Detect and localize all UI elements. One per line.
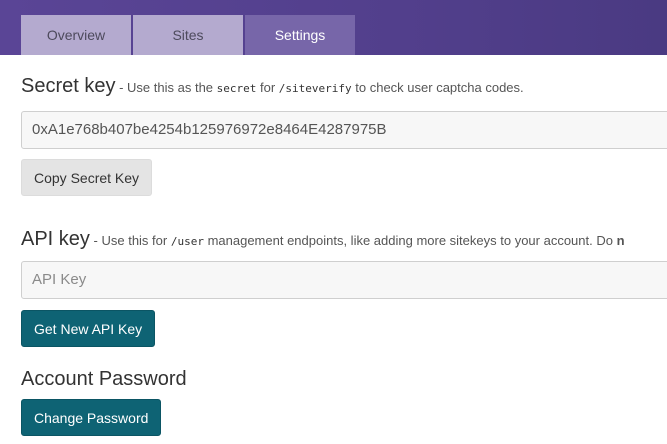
tab-overview[interactable]: Overview bbox=[21, 15, 131, 55]
tab-sites[interactable]: Sites bbox=[133, 15, 243, 55]
api-key-heading: API key - Use this for /user management … bbox=[21, 228, 625, 251]
tab-settings[interactable]: Settings bbox=[245, 15, 355, 55]
change-password-button[interactable]: Change Password bbox=[21, 399, 162, 436]
secret-key-description: - Use this as the secret for /siteverify… bbox=[115, 80, 524, 95]
account-password-heading: Account Password bbox=[21, 368, 187, 390]
api-key-desc-cut: n bbox=[616, 233, 625, 248]
secret-key-desc-prefix: - Use this as the bbox=[115, 80, 217, 95]
copy-secret-key-button[interactable]: Copy Secret Key bbox=[21, 159, 153, 196]
api-key-description: - Use this for /user management endpoint… bbox=[90, 233, 625, 248]
secret-code: secret bbox=[216, 82, 257, 95]
api-key-title: API key bbox=[21, 228, 90, 250]
api-key-desc-suffix: management endpoints, like adding more s… bbox=[203, 233, 617, 248]
get-new-api-key-button[interactable]: Get New API Key bbox=[21, 310, 156, 347]
tab-bar: Overview Sites Settings bbox=[21, 15, 357, 55]
secret-key-desc-mid: for bbox=[256, 80, 279, 95]
api-key-desc-prefix: - Use this for bbox=[89, 233, 171, 248]
siteverify-code: /siteverify bbox=[278, 82, 352, 95]
user-endpoint-code: /user bbox=[170, 235, 204, 248]
secret-key-desc-suffix: to check user captcha codes. bbox=[351, 80, 524, 95]
api-key-input[interactable]: API Key bbox=[21, 261, 667, 299]
secret-key-field[interactable]: 0xA1e768b407be4254b125976972e8464E428797… bbox=[21, 111, 667, 149]
secret-key-heading: Secret key - Use this as the secret for … bbox=[21, 75, 524, 98]
secret-key-title: Secret key bbox=[21, 75, 116, 97]
top-nav-bar: Overview Sites Settings bbox=[0, 0, 667, 55]
